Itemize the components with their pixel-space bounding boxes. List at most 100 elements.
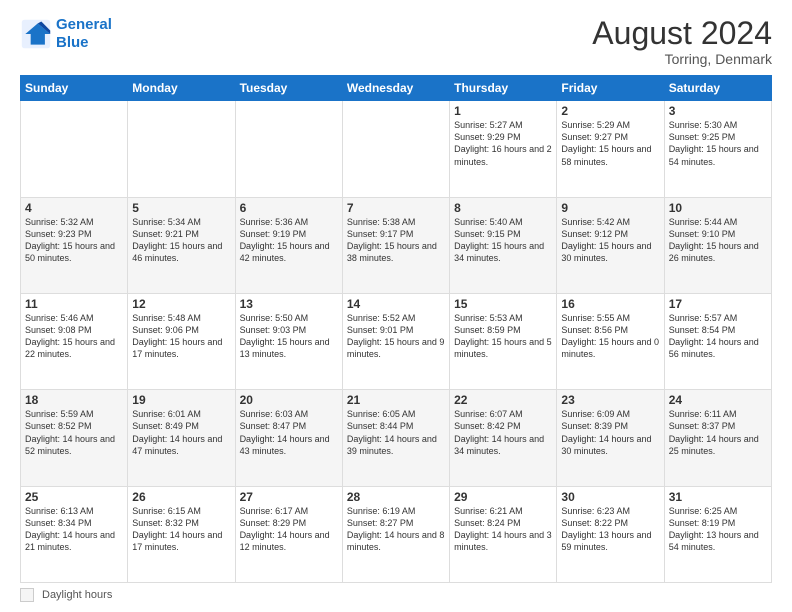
- day-info: Sunrise: 5:55 AM Sunset: 8:56 PM Dayligh…: [561, 312, 659, 361]
- calendar-week-row: 25Sunrise: 6:13 AM Sunset: 8:34 PM Dayli…: [21, 486, 772, 582]
- day-number: 19: [132, 393, 230, 407]
- calendar-cell: [128, 101, 235, 197]
- calendar-cell: 10Sunrise: 5:44 AM Sunset: 9:10 PM Dayli…: [664, 197, 771, 293]
- daylight-box: [20, 588, 34, 602]
- day-info: Sunrise: 6:25 AM Sunset: 8:19 PM Dayligh…: [669, 505, 767, 554]
- title-block: August 2024 Torring, Denmark: [592, 16, 772, 67]
- day-info: Sunrise: 6:13 AM Sunset: 8:34 PM Dayligh…: [25, 505, 123, 554]
- day-number: 28: [347, 490, 445, 504]
- col-tuesday: Tuesday: [235, 76, 342, 101]
- day-info: Sunrise: 5:32 AM Sunset: 9:23 PM Dayligh…: [25, 216, 123, 265]
- calendar-cell: 26Sunrise: 6:15 AM Sunset: 8:32 PM Dayli…: [128, 486, 235, 582]
- day-info: Sunrise: 5:38 AM Sunset: 9:17 PM Dayligh…: [347, 216, 445, 265]
- day-info: Sunrise: 5:50 AM Sunset: 9:03 PM Dayligh…: [240, 312, 338, 361]
- calendar-cell: 28Sunrise: 6:19 AM Sunset: 8:27 PM Dayli…: [342, 486, 449, 582]
- day-number: 13: [240, 297, 338, 311]
- col-wednesday: Wednesday: [342, 76, 449, 101]
- month-year: August 2024: [592, 16, 772, 51]
- calendar-cell: 7Sunrise: 5:38 AM Sunset: 9:17 PM Daylig…: [342, 197, 449, 293]
- day-number: 18: [25, 393, 123, 407]
- day-number: 15: [454, 297, 552, 311]
- col-monday: Monday: [128, 76, 235, 101]
- day-number: 11: [25, 297, 123, 311]
- location: Torring, Denmark: [592, 51, 772, 67]
- day-info: Sunrise: 5:53 AM Sunset: 8:59 PM Dayligh…: [454, 312, 552, 361]
- day-info: Sunrise: 5:36 AM Sunset: 9:19 PM Dayligh…: [240, 216, 338, 265]
- day-info: Sunrise: 6:05 AM Sunset: 8:44 PM Dayligh…: [347, 408, 445, 457]
- daylight-label: Daylight hours: [42, 589, 112, 601]
- logo: General Blue: [20, 16, 112, 52]
- calendar-cell: 1Sunrise: 5:27 AM Sunset: 9:29 PM Daylig…: [450, 101, 557, 197]
- day-info: Sunrise: 6:11 AM Sunset: 8:37 PM Dayligh…: [669, 408, 767, 457]
- day-info: Sunrise: 5:48 AM Sunset: 9:06 PM Dayligh…: [132, 312, 230, 361]
- col-saturday: Saturday: [664, 76, 771, 101]
- calendar-cell: 11Sunrise: 5:46 AM Sunset: 9:08 PM Dayli…: [21, 293, 128, 389]
- day-number: 23: [561, 393, 659, 407]
- day-number: 1: [454, 104, 552, 118]
- day-info: Sunrise: 6:19 AM Sunset: 8:27 PM Dayligh…: [347, 505, 445, 554]
- page: General Blue August 2024 Torring, Denmar…: [0, 0, 792, 612]
- day-number: 17: [669, 297, 767, 311]
- day-info: Sunrise: 5:29 AM Sunset: 9:27 PM Dayligh…: [561, 119, 659, 168]
- calendar-week-row: 4Sunrise: 5:32 AM Sunset: 9:23 PM Daylig…: [21, 197, 772, 293]
- day-info: Sunrise: 6:09 AM Sunset: 8:39 PM Dayligh…: [561, 408, 659, 457]
- day-info: Sunrise: 6:15 AM Sunset: 8:32 PM Dayligh…: [132, 505, 230, 554]
- calendar-cell: 16Sunrise: 5:55 AM Sunset: 8:56 PM Dayli…: [557, 293, 664, 389]
- day-info: Sunrise: 6:21 AM Sunset: 8:24 PM Dayligh…: [454, 505, 552, 554]
- day-info: Sunrise: 5:59 AM Sunset: 8:52 PM Dayligh…: [25, 408, 123, 457]
- day-number: 4: [25, 201, 123, 215]
- calendar-cell: 2Sunrise: 5:29 AM Sunset: 9:27 PM Daylig…: [557, 101, 664, 197]
- day-number: 12: [132, 297, 230, 311]
- calendar-cell: 23Sunrise: 6:09 AM Sunset: 8:39 PM Dayli…: [557, 390, 664, 486]
- day-info: Sunrise: 5:57 AM Sunset: 8:54 PM Dayligh…: [669, 312, 767, 361]
- day-number: 6: [240, 201, 338, 215]
- calendar-header-row: Sunday Monday Tuesday Wednesday Thursday…: [21, 76, 772, 101]
- calendar-cell: [342, 101, 449, 197]
- day-number: 31: [669, 490, 767, 504]
- calendar-cell: 4Sunrise: 5:32 AM Sunset: 9:23 PM Daylig…: [21, 197, 128, 293]
- footer: Daylight hours: [20, 588, 772, 602]
- calendar-cell: 9Sunrise: 5:42 AM Sunset: 9:12 PM Daylig…: [557, 197, 664, 293]
- calendar-cell: 13Sunrise: 5:50 AM Sunset: 9:03 PM Dayli…: [235, 293, 342, 389]
- day-number: 20: [240, 393, 338, 407]
- day-number: 30: [561, 490, 659, 504]
- day-number: 21: [347, 393, 445, 407]
- col-sunday: Sunday: [21, 76, 128, 101]
- calendar-cell: 5Sunrise: 5:34 AM Sunset: 9:21 PM Daylig…: [128, 197, 235, 293]
- logo-text: General Blue: [56, 16, 112, 52]
- day-info: Sunrise: 5:30 AM Sunset: 9:25 PM Dayligh…: [669, 119, 767, 168]
- calendar-cell: 21Sunrise: 6:05 AM Sunset: 8:44 PM Dayli…: [342, 390, 449, 486]
- col-thursday: Thursday: [450, 76, 557, 101]
- calendar-cell: 14Sunrise: 5:52 AM Sunset: 9:01 PM Dayli…: [342, 293, 449, 389]
- day-number: 2: [561, 104, 659, 118]
- calendar-cell: 3Sunrise: 5:30 AM Sunset: 9:25 PM Daylig…: [664, 101, 771, 197]
- day-number: 29: [454, 490, 552, 504]
- day-info: Sunrise: 5:42 AM Sunset: 9:12 PM Dayligh…: [561, 216, 659, 265]
- day-number: 14: [347, 297, 445, 311]
- calendar-week-row: 11Sunrise: 5:46 AM Sunset: 9:08 PM Dayli…: [21, 293, 772, 389]
- calendar-cell: 15Sunrise: 5:53 AM Sunset: 8:59 PM Dayli…: [450, 293, 557, 389]
- calendar-cell: 19Sunrise: 6:01 AM Sunset: 8:49 PM Dayli…: [128, 390, 235, 486]
- day-number: 25: [25, 490, 123, 504]
- calendar-cell: 8Sunrise: 5:40 AM Sunset: 9:15 PM Daylig…: [450, 197, 557, 293]
- calendar-cell: 12Sunrise: 5:48 AM Sunset: 9:06 PM Dayli…: [128, 293, 235, 389]
- day-number: 26: [132, 490, 230, 504]
- calendar-cell: 22Sunrise: 6:07 AM Sunset: 8:42 PM Dayli…: [450, 390, 557, 486]
- calendar-cell: 30Sunrise: 6:23 AM Sunset: 8:22 PM Dayli…: [557, 486, 664, 582]
- day-info: Sunrise: 6:23 AM Sunset: 8:22 PM Dayligh…: [561, 505, 659, 554]
- logo-icon: [20, 18, 52, 50]
- calendar-cell: 6Sunrise: 5:36 AM Sunset: 9:19 PM Daylig…: [235, 197, 342, 293]
- day-number: 27: [240, 490, 338, 504]
- header: General Blue August 2024 Torring, Denmar…: [20, 16, 772, 67]
- calendar-cell: 18Sunrise: 5:59 AM Sunset: 8:52 PM Dayli…: [21, 390, 128, 486]
- calendar-cell: 20Sunrise: 6:03 AM Sunset: 8:47 PM Dayli…: [235, 390, 342, 486]
- day-info: Sunrise: 6:07 AM Sunset: 8:42 PM Dayligh…: [454, 408, 552, 457]
- calendar-table: Sunday Monday Tuesday Wednesday Thursday…: [20, 75, 772, 583]
- day-info: Sunrise: 6:01 AM Sunset: 8:49 PM Dayligh…: [132, 408, 230, 457]
- day-info: Sunrise: 5:40 AM Sunset: 9:15 PM Dayligh…: [454, 216, 552, 265]
- calendar-cell: 29Sunrise: 6:21 AM Sunset: 8:24 PM Dayli…: [450, 486, 557, 582]
- day-info: Sunrise: 5:44 AM Sunset: 9:10 PM Dayligh…: [669, 216, 767, 265]
- calendar-cell: 31Sunrise: 6:25 AM Sunset: 8:19 PM Dayli…: [664, 486, 771, 582]
- day-info: Sunrise: 5:46 AM Sunset: 9:08 PM Dayligh…: [25, 312, 123, 361]
- calendar-cell: 27Sunrise: 6:17 AM Sunset: 8:29 PM Dayli…: [235, 486, 342, 582]
